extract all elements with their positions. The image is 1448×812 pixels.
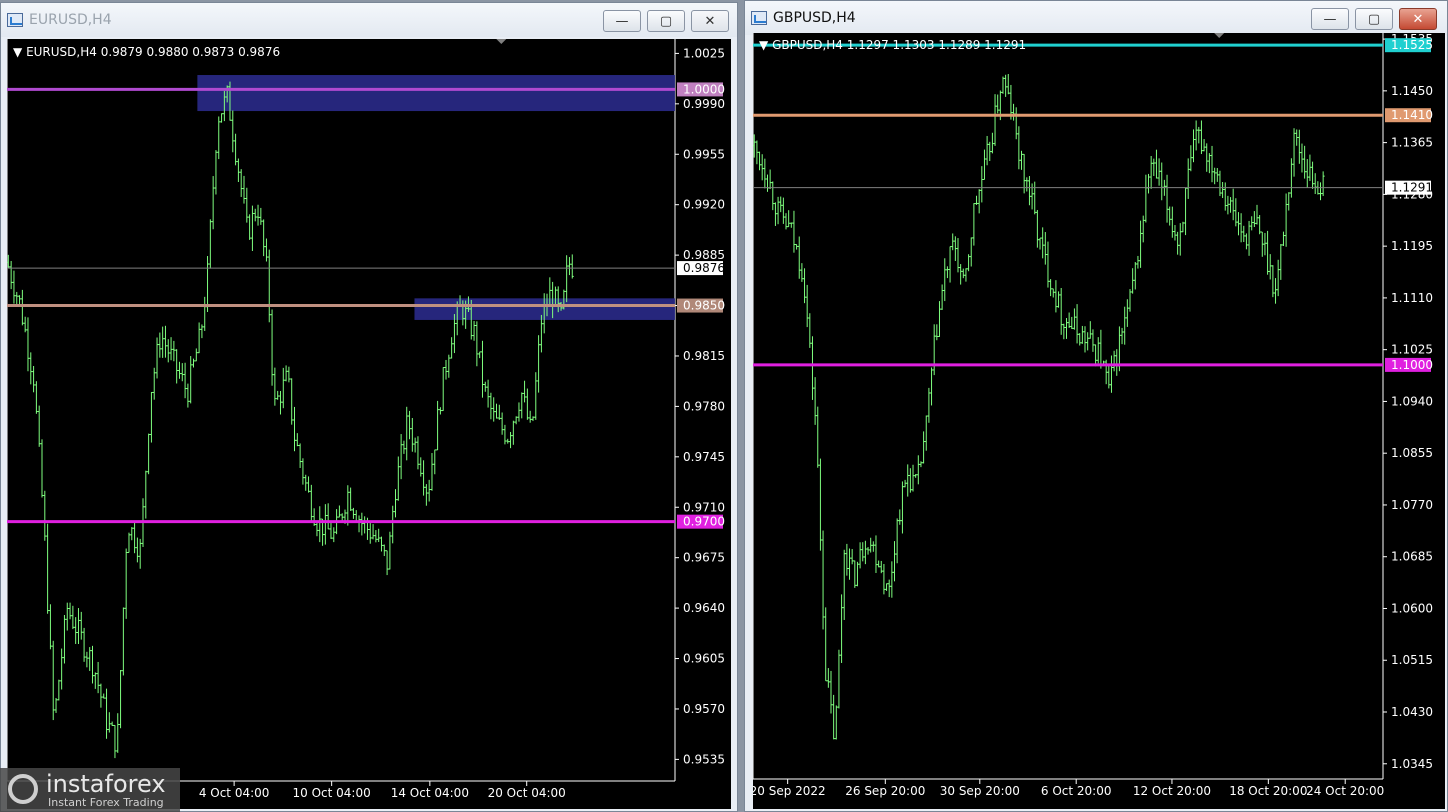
x-tick-label: 20 Sep 2022	[753, 784, 826, 798]
y-tick-label: 0.9675	[683, 551, 725, 565]
level-label: 1.0000	[683, 82, 725, 96]
y-tick-label: 1.1110	[1391, 291, 1433, 305]
collapse-triangle-icon[interactable]: ▼	[759, 38, 768, 52]
y-tick-label: 1.0345	[1391, 757, 1433, 771]
current-price-label: 1.1291	[1391, 181, 1433, 195]
y-tick-label: 0.9605	[683, 652, 725, 666]
x-tick-label: 4 Oct 04:00	[199, 786, 270, 800]
minimize-button[interactable]: —	[1311, 8, 1349, 30]
gbpusd-chart-svg[interactable]: 1.15351.14501.13651.12801.11951.11101.10…	[753, 33, 1445, 809]
level-label: 1.1000	[1391, 358, 1433, 372]
watermark-name: instaforex	[46, 770, 166, 798]
x-tick-label: 26 Sep 20:00	[845, 784, 925, 798]
gbpusd-ohlc-label: ▼ GBPUSD,H4 1.1297 1.1303 1.1289 1.1291	[759, 38, 1026, 52]
chart-window-icon	[7, 13, 23, 27]
level-label: 0.9700	[683, 515, 725, 529]
level-label: 1.1410	[1391, 108, 1433, 122]
close-button[interactable]: ✕	[691, 10, 729, 32]
chart-shift-marker-icon	[1214, 33, 1225, 38]
chart-window-icon	[751, 11, 767, 25]
instaforex-watermark: instaforex Instant Forex Trading	[0, 768, 180, 812]
y-tick-label: 0.9745	[683, 450, 725, 464]
eurusd-ohlc-label: ▼ EURUSD,H4 0.9879 0.9880 0.9873 0.9876	[13, 45, 280, 59]
zone-rect-0	[197, 75, 675, 112]
maximize-button[interactable]: ▢	[1355, 8, 1393, 30]
level-label: 1.1525	[1391, 38, 1433, 52]
y-tick-label: 1.1450	[1391, 84, 1433, 98]
y-tick-label: 1.0940	[1391, 394, 1433, 408]
eurusd-ohlc-text: EURUSD,H4 0.9879 0.9880 0.9873 0.9876	[26, 45, 281, 59]
y-tick-label: 1.0515	[1391, 653, 1433, 667]
close-button[interactable]: ✕	[1399, 8, 1437, 30]
maximize-button[interactable]: ▢	[647, 10, 685, 32]
y-tick-label: 1.1365	[1391, 136, 1433, 150]
gbpusd-window-title: GBPUSD,H4	[773, 10, 856, 26]
x-tick-label: 14 Oct 04:00	[391, 786, 469, 800]
x-tick-label: 18 Oct 20:00	[1229, 784, 1307, 798]
eurusd-titlebar[interactable]: EURUSD,H4 — ▢ ✕	[1, 3, 737, 37]
y-tick-label: 1.0430	[1391, 705, 1433, 719]
y-tick-label: 0.9815	[683, 349, 725, 363]
y-tick-label: 0.9780	[683, 399, 725, 413]
gbpusd-chart[interactable]: 1.15351.14501.13651.12801.11951.11101.10…	[753, 33, 1445, 809]
y-tick-label: 1.0685	[1391, 550, 1433, 564]
eurusd-chart[interactable]: 1.0025 0.9990 0.9955 0.9920 0.9885 0.9850 0.98…	[7, 39, 731, 809]
y-tick-label: 0.9535	[683, 752, 725, 766]
y-tick-label: 1.1025	[1391, 343, 1433, 357]
eurusd-chart-svg[interactable]: 1.0025 0.9990 0.9955 0.9920 0.9885 0.9850 0.98…	[7, 39, 731, 809]
y-tick-label: 0.9990	[683, 97, 725, 111]
gbpusd-titlebar[interactable]: GBPUSD,H4 — ▢ ✕	[745, 1, 1447, 35]
minimize-button[interactable]: —	[603, 10, 641, 32]
y-tick-label: 1.0025	[683, 46, 725, 60]
collapse-triangle-icon[interactable]: ▼	[13, 45, 22, 59]
x-tick-label: 6 Oct 20:00	[1041, 784, 1112, 798]
gear-logo-icon	[8, 774, 38, 804]
level-label: 0.9850	[683, 299, 725, 313]
x-tick-label: 10 Oct 04:00	[293, 786, 371, 800]
y-tick-label: 1.0770	[1391, 498, 1433, 512]
current-price-label: 0.9876	[683, 261, 725, 275]
zone-rect-1	[414, 298, 675, 320]
y-tick-label: 0.9885	[683, 248, 725, 262]
chart-shift-marker-icon	[496, 39, 507, 44]
eurusd-window-title: EURUSD,H4	[29, 12, 112, 28]
y-tick-label: 0.9955	[683, 147, 725, 161]
y-tick-label: 0.9710	[683, 500, 725, 514]
candle-group	[7, 81, 574, 759]
x-tick-label: 20 Oct 04:00	[488, 786, 566, 800]
candle-group	[753, 74, 1325, 740]
gbpusd-ohlc-text: GBPUSD,H4 1.1297 1.1303 1.1289 1.1291	[772, 38, 1027, 52]
y-tick-label: 1.0855	[1391, 446, 1433, 460]
gbpusd-window[interactable]: GBPUSD,H4 — ▢ ✕ 1.15351.14501.13651.1280…	[744, 0, 1448, 812]
eurusd-window[interactable]: EURUSD,H4 — ▢ ✕ 1.0025 0.9990 0.9955 0.9920…	[0, 2, 738, 812]
y-tick-label: 0.9570	[683, 702, 725, 716]
y-tick-label: 1.0600	[1391, 601, 1433, 615]
watermark-tagline: Instant Forex Trading	[48, 796, 164, 809]
x-tick-label: 24 Oct 20:00	[1306, 784, 1384, 798]
x-tick-label: 30 Sep 20:00	[940, 784, 1020, 798]
y-tick-label: 0.9640	[683, 601, 725, 615]
y-tick-label: 1.1195	[1391, 239, 1433, 253]
y-tick-label: 0.9920	[683, 198, 725, 212]
x-tick-label: 12 Oct 20:00	[1133, 784, 1211, 798]
